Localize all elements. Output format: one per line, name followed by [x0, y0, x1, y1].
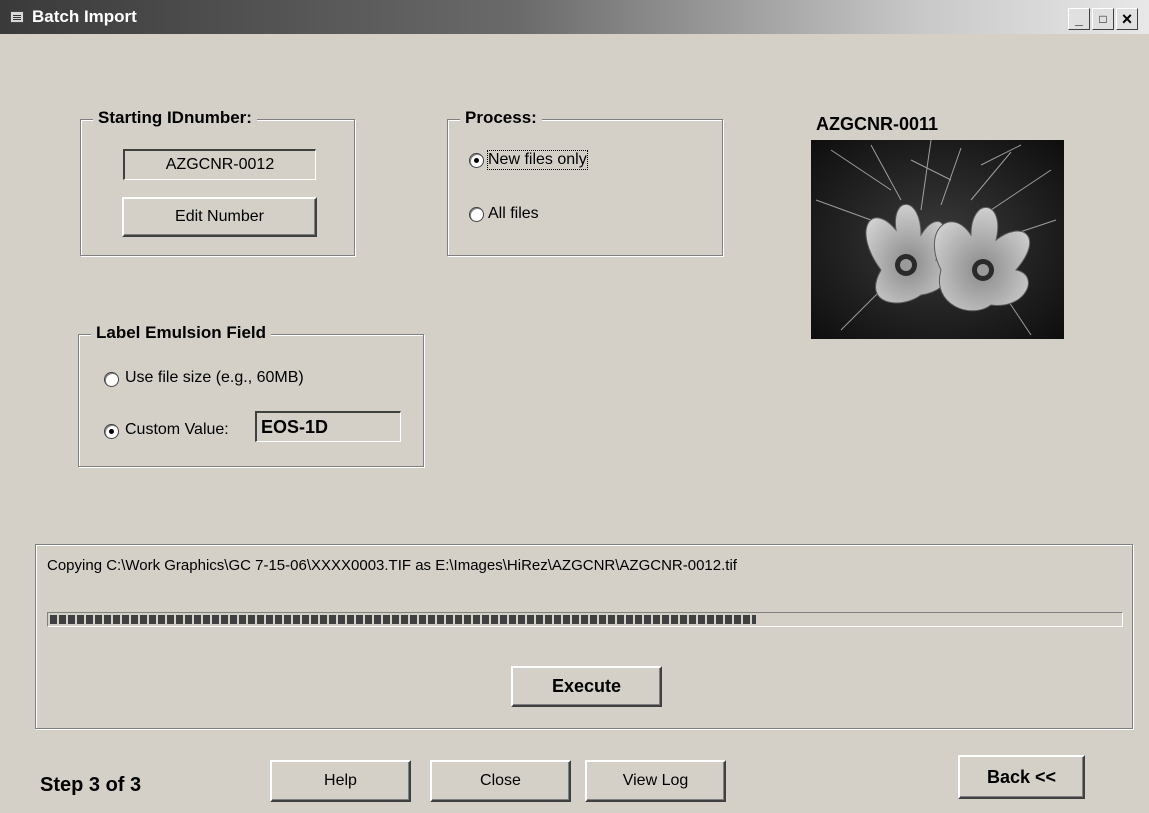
step-indicator: Step 3 of 3	[40, 774, 142, 796]
minimize-button[interactable]: _	[1068, 8, 1090, 30]
custom-value-label[interactable]: Custom Value:	[125, 421, 229, 439]
use-file-size-label[interactable]: Use file size (e.g., 60MB)	[125, 369, 304, 387]
custom-value-input[interactable]: EOS-1D	[255, 411, 401, 442]
execute-button[interactable]: Execute	[511, 666, 662, 707]
close-button[interactable]: Close	[430, 760, 571, 802]
process-group-title: Process:	[460, 108, 542, 128]
help-button[interactable]: Help	[270, 760, 411, 802]
maximize-button[interactable]: □	[1092, 8, 1114, 30]
title-bar[interactable]: Batch Import _ □ ×	[0, 0, 1149, 34]
all-files-label[interactable]: All files	[488, 205, 539, 223]
progress-fill	[50, 615, 756, 624]
window-title: Batch Import	[32, 7, 137, 26]
all-files-radio[interactable]	[469, 207, 484, 222]
preview-image	[811, 140, 1064, 339]
new-files-only-label[interactable]: New files only	[487, 150, 588, 170]
back-button[interactable]: Back <<	[958, 755, 1085, 799]
use-file-size-radio[interactable]	[104, 372, 119, 387]
process-group: Process:	[447, 108, 723, 256]
batch-import-window: Batch Import _ □ × Starting IDnumber: AZ…	[0, 0, 1149, 813]
view-log-button[interactable]: View Log	[585, 760, 726, 802]
edit-number-button[interactable]: Edit Number	[122, 197, 317, 237]
progress-bar	[47, 612, 1123, 627]
custom-value-radio[interactable]	[104, 424, 119, 439]
new-files-only-radio[interactable]	[469, 153, 484, 168]
emulsion-group: Label Emulsion Field	[78, 323, 424, 467]
starting-id-field: AZGCNR-0012	[123, 149, 316, 180]
starting-id-group-title: Starting IDnumber:	[93, 108, 257, 128]
emulsion-group-title: Label Emulsion Field	[91, 323, 272, 343]
window-menu-icon[interactable]	[10, 11, 24, 23]
cactus-flower-photo	[811, 140, 1064, 339]
close-window-button[interactable]: ×	[1116, 8, 1138, 30]
preview-caption: AZGCNR-0011	[816, 114, 939, 134]
status-message: Copying C:\Work Graphics\GC 7-15-06\XXXX…	[47, 557, 737, 574]
